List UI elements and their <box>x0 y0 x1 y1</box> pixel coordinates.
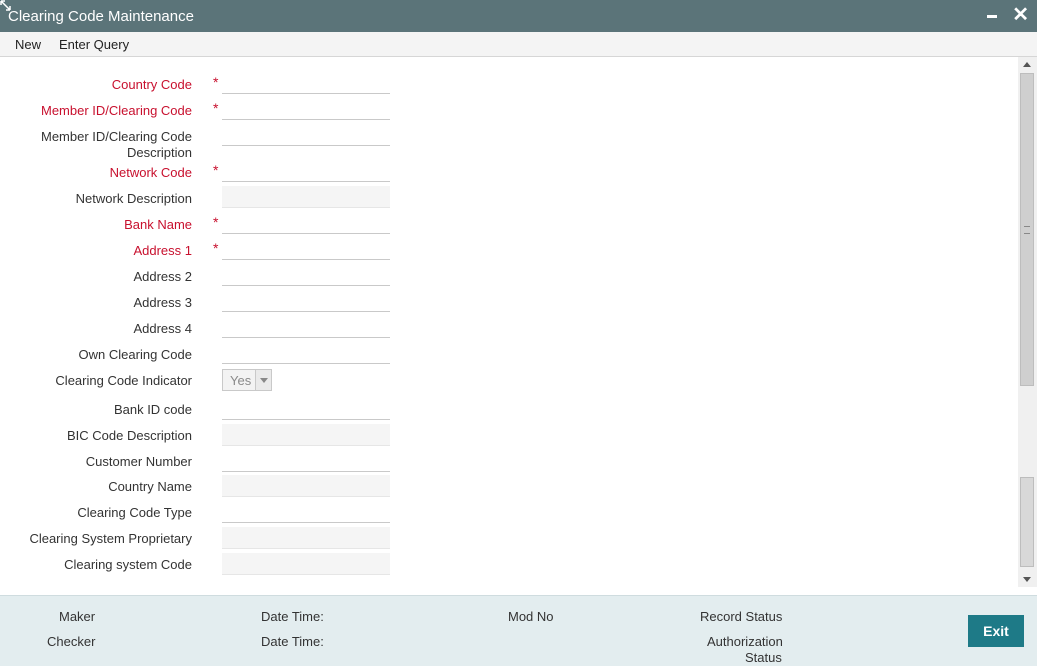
authorization-status-label-line2: Status <box>745 650 782 665</box>
address2-label: Address 2 <box>133 269 192 284</box>
bank-id-code-input[interactable] <box>222 398 390 420</box>
audit-footer: Maker Checker Date Time: Date Time: Mod … <box>0 595 1037 666</box>
required-marker: * <box>213 74 219 90</box>
clearing-system-proprietary-input <box>222 527 390 549</box>
checker-label: Checker <box>47 634 96 649</box>
country-code-input[interactable] <box>222 72 390 94</box>
bic-code-desc-label: BIC Code Description <box>67 428 192 443</box>
member-id-label: Member ID/Clearing Code <box>40 103 192 118</box>
customer-number-label: Customer Number <box>85 454 192 469</box>
clearing-system-code-input <box>222 553 390 575</box>
form-panel: Country Code * Member ID/Clearing Code *… <box>0 57 1018 593</box>
window-titlebar: Clearing Code Maintenance ✕ <box>0 0 1037 32</box>
address4-input[interactable] <box>222 316 390 338</box>
close-icon[interactable]: ✕ <box>1012 5 1029 25</box>
vertical-scrollbar[interactable] <box>1018 57 1037 587</box>
address3-input[interactable] <box>222 290 390 312</box>
address1-input[interactable] <box>222 238 390 260</box>
clearing-code-indicator-select[interactable]: Yes <box>222 369 272 391</box>
maker-date-time-label: Date Time: <box>261 609 324 624</box>
bank-name-input[interactable] <box>222 212 390 234</box>
own-clearing-code-label: Own Clearing Code <box>78 347 192 362</box>
network-desc-label: Network Description <box>75 191 192 206</box>
scrollbar-track-lower[interactable] <box>1020 477 1034 567</box>
grip-icon <box>1024 226 1030 234</box>
clearing-code-indicator-label: Clearing Code Indicator <box>55 373 192 388</box>
authorization-status-label-line1: Authorization <box>707 634 783 649</box>
required-marker: * <box>213 240 219 256</box>
required-marker: * <box>213 214 219 230</box>
bank-id-code-label: Bank ID code <box>113 402 192 417</box>
chevron-down-icon[interactable] <box>255 370 271 390</box>
required-marker: * <box>213 100 219 116</box>
own-clearing-code-input[interactable] <box>222 342 390 364</box>
new-menu-item[interactable]: New <box>15 37 41 52</box>
country-name-label: Country Name <box>108 479 192 494</box>
address1-label: Address 1 <box>133 243 192 258</box>
country-code-label: Country Code <box>111 77 192 92</box>
scroll-up-icon[interactable] <box>1018 57 1037 72</box>
window-title: Clearing Code Maintenance <box>8 8 194 25</box>
clearing-system-code-label: Clearing system Code <box>64 557 192 572</box>
clearing-system-proprietary-label: Clearing System Proprietary <box>29 531 192 546</box>
mod-no-label: Mod No <box>508 609 554 624</box>
toolbar: New Enter Query <box>0 32 1037 57</box>
bic-code-desc-input <box>222 424 390 446</box>
member-desc-input[interactable] <box>222 124 390 146</box>
scroll-down-icon[interactable] <box>1018 572 1037 587</box>
member-desc-label-line2: Description <box>126 145 192 160</box>
network-desc-input <box>222 186 390 208</box>
network-code-input[interactable] <box>222 160 390 182</box>
country-name-input <box>222 475 390 497</box>
checker-date-time-label: Date Time: <box>261 634 324 649</box>
member-id-input[interactable] <box>222 98 390 120</box>
address4-label: Address 4 <box>133 321 192 336</box>
required-marker: * <box>213 162 219 178</box>
clearing-code-type-label: Clearing Code Type <box>77 505 192 520</box>
address2-input[interactable] <box>222 264 390 286</box>
address3-label: Address 3 <box>133 295 192 310</box>
network-code-label: Network Code <box>109 165 192 180</box>
bank-name-label: Bank Name <box>124 217 192 232</box>
maker-label: Maker <box>59 609 96 624</box>
enter-query-menu-item[interactable]: Enter Query <box>59 37 129 52</box>
minimize-icon[interactable] <box>987 15 997 18</box>
member-desc-label-line1: Member ID/Clearing Code <box>40 129 192 144</box>
record-status-label: Record Status <box>700 609 783 624</box>
clearing-code-indicator-value: Yes <box>230 373 252 388</box>
clearing-code-type-input[interactable] <box>222 501 390 523</box>
exit-button[interactable]: Exit <box>968 615 1024 647</box>
scrollbar-thumb[interactable] <box>1020 73 1034 386</box>
customer-number-input[interactable] <box>222 450 390 472</box>
